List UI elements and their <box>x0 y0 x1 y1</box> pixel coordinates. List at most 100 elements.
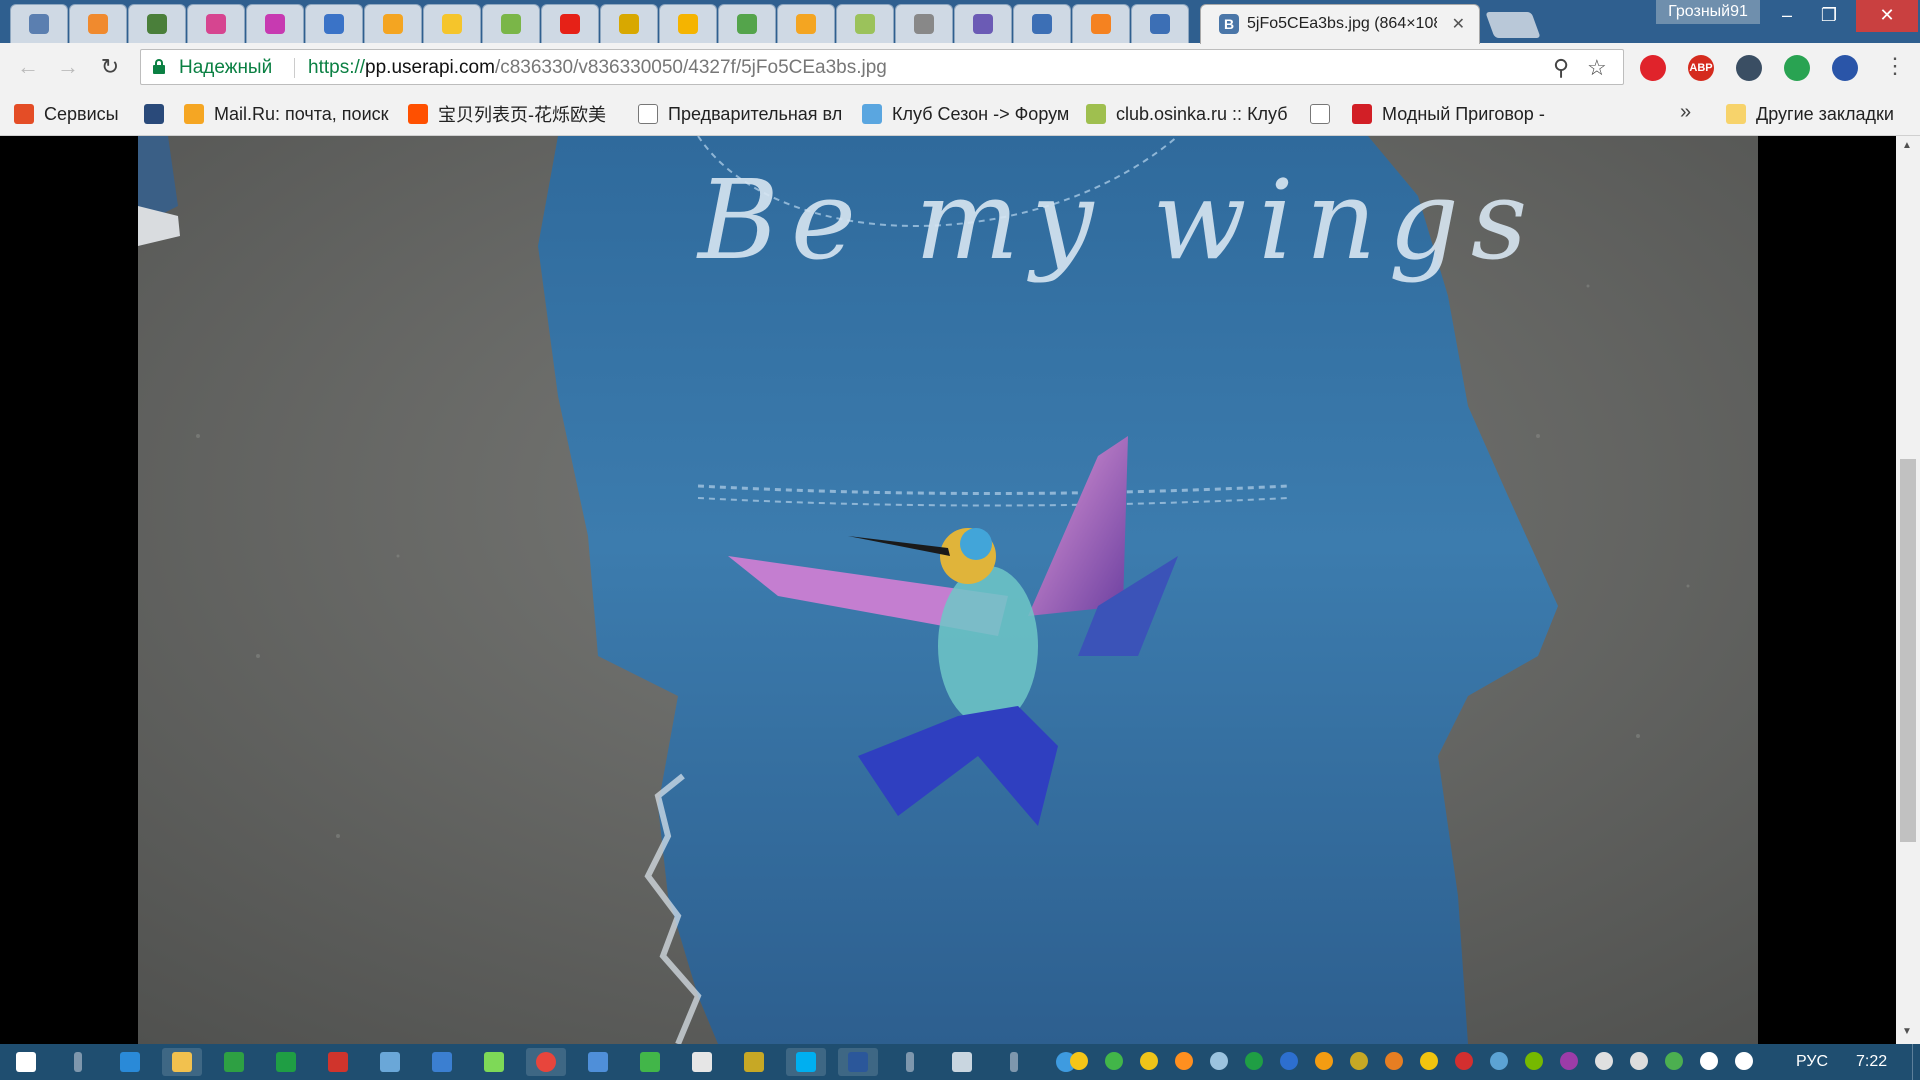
pinned-tab[interactable] <box>600 4 658 43</box>
orange-tray-icon[interactable] <box>1315 1052 1333 1070</box>
pinned-tab[interactable] <box>482 4 540 43</box>
bookmark-star-icon[interactable]: ☆ <box>1587 55 1607 81</box>
taskbar-button[interactable] <box>266 1048 306 1076</box>
taskbar-button[interactable] <box>526 1048 566 1076</box>
bookmark-item[interactable]: 宝贝列表页-花烁欧美 <box>408 102 606 126</box>
pinned-tab[interactable] <box>69 4 127 43</box>
taskbar-button[interactable] <box>786 1048 826 1076</box>
globe-icon[interactable] <box>1832 55 1858 81</box>
displayed-image[interactable]: Be my wings <box>138 136 1758 1044</box>
bookmark-item[interactable]: club.osinka.ru :: Клуб <box>1086 102 1288 126</box>
new-tab-button[interactable] <box>1485 12 1541 38</box>
tab-active-image[interactable]: B 5jFo5CEa3bs.jpg (864×1080) ✕ <box>1200 4 1480 44</box>
reload-button[interactable]: ↻ <box>96 53 124 81</box>
forward-button[interactable]: → <box>54 53 82 81</box>
pinned-tab[interactable] <box>659 4 717 43</box>
pinned-tab[interactable] <box>364 4 422 43</box>
speaker-mute-icon[interactable] <box>1595 1052 1613 1070</box>
pinned-tab[interactable] <box>1013 4 1071 43</box>
taskbar-button[interactable] <box>838 1048 878 1076</box>
taskbar-button[interactable] <box>422 1048 462 1076</box>
adblock-icon[interactable]: ABP <box>1688 55 1714 81</box>
pinned-tab[interactable] <box>1131 4 1189 43</box>
pinned-tab[interactable] <box>246 4 304 43</box>
planner-tray-icon[interactable] <box>1245 1052 1263 1070</box>
show-desktop-button[interactable] <box>1912 1044 1920 1080</box>
taskbar-button[interactable] <box>162 1048 202 1076</box>
app-tray-icon[interactable] <box>1385 1052 1403 1070</box>
pinned-tab[interactable] <box>718 4 776 43</box>
clock[interactable]: 7:22 <box>1856 1053 1887 1071</box>
link-tray-icon[interactable] <box>1210 1052 1228 1070</box>
scroll-up-arrow-icon[interactable]: ▲ <box>1902 140 1912 151</box>
back-button[interactable]: ← <box>14 53 42 81</box>
pinned-tab[interactable] <box>187 4 245 43</box>
taskbar-button[interactable] <box>682 1048 722 1076</box>
bookmark-item[interactable]: Клуб Сезон -> Форум <box>862 102 1069 126</box>
pinned-tab[interactable] <box>541 4 599 43</box>
scroll-down-arrow-icon[interactable]: ▼ <box>1902 1026 1912 1037</box>
profile-button[interactable]: Грозный91 <box>1656 0 1760 24</box>
minimize-button[interactable]: – <box>1764 0 1810 32</box>
network-monitor-icon[interactable] <box>1490 1052 1508 1070</box>
zoom-icon[interactable]: ⚲ <box>1553 55 1569 81</box>
taskbar-button[interactable] <box>110 1048 150 1076</box>
smile-tray-icon[interactable] <box>1420 1052 1438 1070</box>
pdf-tray-icon[interactable] <box>1455 1052 1473 1070</box>
opera-turbo-icon[interactable] <box>1640 55 1666 81</box>
tab-close-icon[interactable]: ✕ <box>1452 14 1465 34</box>
close-window-button[interactable]: ✕ <box>1856 0 1918 32</box>
nvidia-icon[interactable] <box>1525 1052 1543 1070</box>
restore-button[interactable]: ❐ <box>1806 0 1852 32</box>
pinned-tab[interactable] <box>895 4 953 43</box>
bug-tray-icon[interactable] <box>1350 1052 1368 1070</box>
green-puzzle-icon[interactable] <box>1784 55 1810 81</box>
scroll-thumb[interactable] <box>1900 459 1916 842</box>
extension-icon[interactable] <box>1736 55 1762 81</box>
onenote-icon[interactable] <box>1560 1052 1578 1070</box>
pinned-tab[interactable] <box>10 4 68 43</box>
bookmark-item[interactable]: Сервисы <box>14 102 119 126</box>
pinned-tab[interactable] <box>423 4 481 43</box>
pinned-tab[interactable] <box>954 4 1012 43</box>
taskbar-button[interactable] <box>578 1048 618 1076</box>
vertical-scrollbar[interactable]: ▲ ▼ <box>1896 136 1920 1044</box>
taskbar-button[interactable] <box>734 1048 774 1076</box>
volume-icon[interactable] <box>1735 1052 1753 1070</box>
bookmark-item[interactable] <box>1310 102 1340 126</box>
pinned-tab[interactable] <box>1072 4 1130 43</box>
url-text[interactable]: https://pp.userapi.com/c836330/v83633005… <box>308 57 887 79</box>
icq-tray-icon[interactable] <box>1105 1052 1123 1070</box>
mail-tray-icon[interactable] <box>1140 1052 1158 1070</box>
address-bar[interactable]: Надежный https://pp.userapi.com/c836330/… <box>140 49 1624 85</box>
bookmarks-overflow-button[interactable]: » <box>1680 101 1691 124</box>
taskbar-button[interactable] <box>474 1048 514 1076</box>
taskbar-button[interactable] <box>370 1048 410 1076</box>
taskbar-button[interactable] <box>630 1048 670 1076</box>
taskbar-button[interactable] <box>58 1048 98 1076</box>
secure-label[interactable]: Надежный <box>179 57 272 79</box>
taskbar-button[interactable] <box>942 1048 982 1076</box>
printer-icon[interactable] <box>1630 1052 1648 1070</box>
signal-icon[interactable] <box>1700 1052 1718 1070</box>
language-indicator[interactable]: РУС <box>1796 1053 1828 1071</box>
menu-icon[interactable]: ⋮ <box>1884 53 1906 79</box>
taskbar-button[interactable] <box>890 1048 930 1076</box>
bookmark-item[interactable] <box>144 102 174 126</box>
globe-tray-icon[interactable] <box>1665 1052 1683 1070</box>
taskbar-button[interactable] <box>6 1048 46 1076</box>
taskbar-button[interactable] <box>994 1048 1034 1076</box>
bookmark-item[interactable]: Модный Приговор - <box>1352 102 1545 126</box>
taskbar-button[interactable] <box>214 1048 254 1076</box>
cloud-tray-icon[interactable] <box>1175 1052 1193 1070</box>
bluetooth-icon[interactable] <box>1280 1052 1298 1070</box>
pinned-tab[interactable] <box>777 4 835 43</box>
yandex-icon[interactable] <box>1070 1052 1088 1070</box>
taskbar-button[interactable] <box>318 1048 358 1076</box>
pinned-tab[interactable] <box>128 4 186 43</box>
pinned-tab[interactable] <box>836 4 894 43</box>
pinned-tab[interactable] <box>305 4 363 43</box>
bookmark-item[interactable]: Предварительная вл <box>638 102 842 126</box>
other-bookmarks-folder[interactable]: Другие закладки <box>1726 102 1894 126</box>
bookmark-item[interactable]: Mail.Ru: почта, поиск <box>184 102 389 126</box>
